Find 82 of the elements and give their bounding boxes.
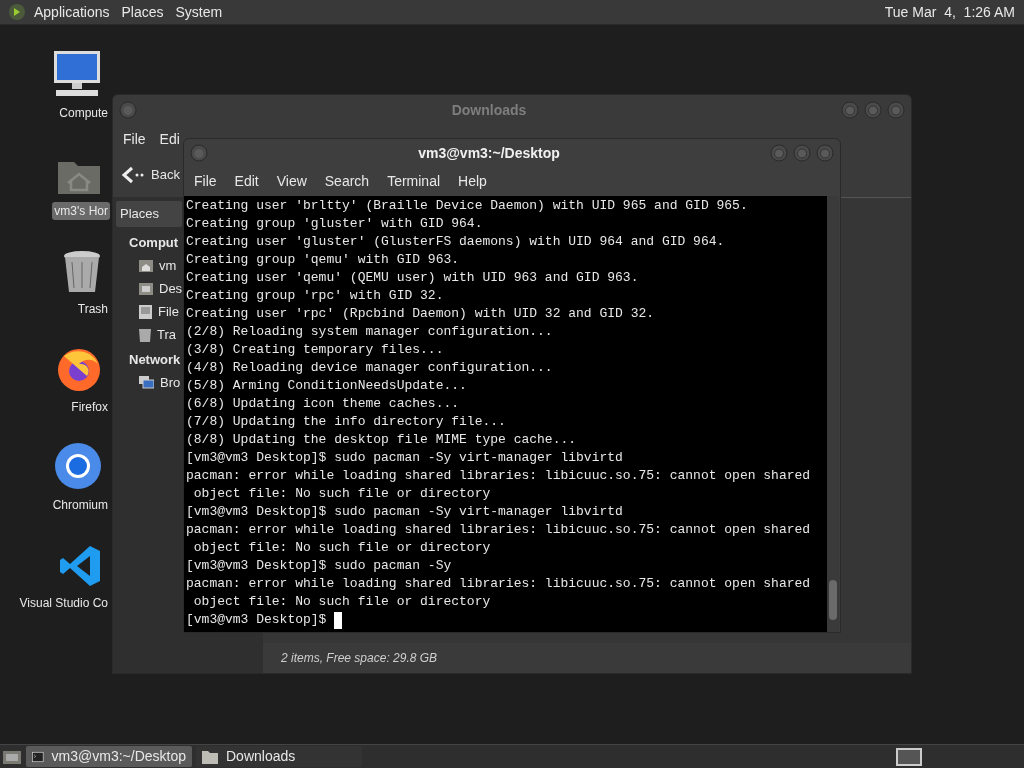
- sidebar-heading: Network: [129, 351, 181, 369]
- window-title: vm3@vm3:~/Desktop: [417, 143, 561, 163]
- sidebar-item[interactable]: File: [139, 302, 179, 321]
- window-menu-icon[interactable]: [119, 101, 137, 119]
- terminal-line: [vm3@vm3 Desktop]$ sudo pacman -Sy virt-manager libvirtd: [186, 503, 624, 521]
- terminal-line: Creating user 'gluster' (GlusterFS daemons) with UID 964 and GID 964.: [186, 233, 726, 251]
- terminal-line: pacman: error while loading shared libraries: libicuuc.so.75: cannot open shared: [186, 521, 812, 539]
- window-control-button[interactable]: [770, 144, 788, 162]
- terminal-line: Creating user 'qemu' (QEMU user) with UID 963 and GID 963.: [186, 269, 640, 287]
- terminal-line: Creating group 'qemu' with GID 963.: [186, 251, 461, 269]
- status-text: 2 items, Free space: 29.8 GB: [281, 650, 438, 667]
- trash-icon: [62, 250, 102, 294]
- window-control-button[interactable]: [864, 101, 882, 119]
- trash-icon: [139, 327, 151, 342]
- menu-item[interactable]: Terminal: [379, 171, 449, 192]
- terminal-line: (5/8) Arming ConditionNeedsUpdate...: [186, 377, 468, 395]
- menu-logo-icon[interactable]: [8, 3, 26, 21]
- terminal-line: (3/8) Creating temporary files...: [186, 341, 445, 359]
- sidebar-item[interactable]: Tra: [139, 325, 177, 344]
- drive-icon: [139, 304, 152, 319]
- sidebar-item[interactable]: Des: [139, 279, 183, 298]
- menu-item[interactable]: Edit: [226, 171, 267, 192]
- panel-menu[interactable]: Places: [117, 1, 168, 23]
- terminal-icon: [32, 749, 44, 764]
- window-menu-icon[interactable]: [190, 144, 208, 162]
- folder-icon: [202, 749, 218, 764]
- show-desktop-icon[interactable]: [2, 748, 22, 765]
- window-control-button[interactable]: [793, 144, 811, 162]
- folder-icon: [139, 282, 153, 295]
- menu-item[interactable]: File: [117, 128, 152, 150]
- terminal-line: (7/8) Updating the info directory file...: [186, 413, 507, 431]
- terminal-line: Creating group 'rpc' with GID 32.: [186, 287, 445, 305]
- network-icon: [139, 376, 154, 390]
- desktop-icon-label[interactable]: Chromium: [50, 496, 110, 514]
- desktop-icon-label[interactable]: vm3's Hor: [52, 202, 110, 220]
- terminal-line: pacman: error while loading shared libraries: libicuuc.so.75: cannot open shared: [186, 575, 812, 593]
- desktop-icon-label[interactable]: Firefox: [69, 398, 110, 416]
- monitor-icon: [52, 50, 102, 98]
- terminal-line: [vm3@vm3 Desktop]$ sudo pacman -Sy: [186, 557, 453, 575]
- panel-menu[interactable]: Applications: [30, 1, 114, 23]
- browser-globe-icon: [56, 346, 102, 392]
- desktop-icon-label[interactable]: Compute: [57, 104, 110, 122]
- back-button[interactable]: Back: [151, 165, 180, 185]
- sidebar-item[interactable]: Bro: [139, 373, 181, 393]
- terminal-line: pacman: error while loading shared libraries: libicuuc.so.75: cannot open shared: [186, 467, 812, 485]
- panel-menu[interactable]: System: [171, 1, 227, 23]
- desktop-icon-label[interactable]: Visual Studio Co: [17, 594, 110, 612]
- terminal-line: (2/8) Reloading system manager configuration...: [186, 323, 554, 341]
- window-control-button[interactable]: [816, 144, 834, 162]
- window-title: Downloads: [450, 100, 528, 120]
- sidebar-heading: Comput: [129, 233, 179, 252]
- clock[interactable]: Tue Mar 4, 1:26 AM: [884, 1, 1016, 23]
- terminal-line: Creating user 'rpc' (Rpcbind Daemon) with UID 32 and GID 32.: [186, 305, 656, 323]
- terminal-line: (8/8) Updating the desktop file MIME type cache...: [186, 431, 578, 449]
- terminal-line: (6/8) Updating icon theme caches...: [186, 395, 461, 413]
- terminal-line: Creating user 'brltty' (Braille Device Daemon) with UID 965 and GID 965.: [186, 197, 749, 215]
- terminal-line: (4/8) Reloading device manager configuration...: [186, 359, 554, 377]
- terminal-line: [vm3@vm3 Desktop]$ sudo pacman -Sy virt-manager libvirtd: [186, 449, 624, 467]
- scrollbar[interactable]: [827, 196, 839, 632]
- window-control-button[interactable]: [887, 101, 905, 119]
- window-control-button[interactable]: [841, 101, 859, 119]
- round-browser-icon: [54, 442, 102, 490]
- menu-item[interactable]: File: [186, 171, 225, 192]
- terminal-prompt: [vm3@vm3 Desktop]$: [186, 611, 327, 629]
- terminal-line: object file: No such file or directory: [192, 539, 492, 557]
- menu-item[interactable]: Edi: [153, 128, 186, 150]
- menu-item[interactable]: View: [268, 171, 315, 192]
- sidebar-item[interactable]: vm: [139, 256, 177, 275]
- terminal-line: object file: No such file or directory: [192, 593, 492, 611]
- terminal-line: object file: No such file or directory: [192, 485, 492, 503]
- terminal-line: Creating group 'gluster' with GID 964.: [186, 215, 484, 233]
- menu-item[interactable]: Search: [316, 171, 378, 192]
- code-editor-icon: [58, 544, 102, 588]
- back-arrow-icon[interactable]: [121, 165, 145, 185]
- home-folder-icon: [139, 259, 153, 272]
- places-dropdown[interactable]: Places: [116, 201, 182, 227]
- workspace-switcher[interactable]: [896, 747, 922, 766]
- text-cursor: [334, 611, 343, 629]
- taskbar-button[interactable]: vm3@vm3:~/Desktop: [26, 746, 192, 767]
- menu-item[interactable]: Help: [450, 171, 495, 192]
- taskbar-button[interactable]: Downloads: [196, 746, 362, 767]
- desktop-icon-label[interactable]: Trash: [75, 300, 110, 318]
